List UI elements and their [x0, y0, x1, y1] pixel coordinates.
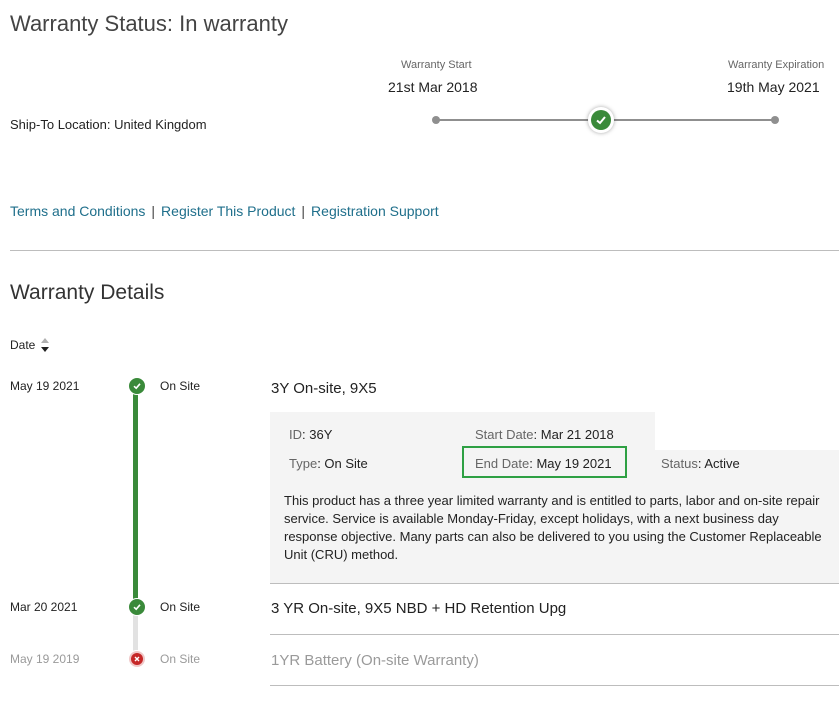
warranty-start-date: 21st Mar 2018 — [388, 79, 478, 95]
row-title[interactable]: 3 YR On-site, 9X5 NBD + HD Retention Upg — [271, 600, 566, 617]
detail-type-label: Type — [289, 456, 318, 471]
warranty-expiration-label: Warranty Expiration — [728, 59, 825, 71]
detail-end-label: End Date — [475, 456, 530, 471]
detail-status-value: Active — [704, 456, 740, 471]
check-icon — [128, 377, 146, 395]
detail-description: This product has a three year limited wa… — [284, 493, 822, 562]
check-icon — [128, 598, 146, 616]
section-divider — [10, 250, 839, 251]
detail-id-label: ID — [289, 427, 302, 442]
row-type: On Site — [160, 600, 201, 614]
check-icon — [591, 110, 611, 130]
row-date: Mar 20 2021 — [10, 600, 78, 614]
row-title[interactable]: 1YR Battery (On-site Warranty) — [271, 652, 479, 669]
row-divider — [270, 583, 839, 584]
x-icon — [128, 650, 146, 668]
detail-start-label: Start Date — [475, 427, 534, 442]
warranty-start-label: Warranty Start — [401, 59, 472, 71]
detail-start-date: Start Date: Mar 21 2018 — [475, 427, 614, 442]
detail-type-value: On Site — [324, 456, 368, 471]
links-bar: Terms and Conditions | Register This Pro… — [10, 203, 439, 219]
row-title[interactable]: 3Y On-site, 9X5 — [271, 380, 377, 397]
row-date: May 19 2019 — [10, 652, 80, 666]
registration-support-link[interactable]: Registration Support — [311, 203, 439, 219]
detail-end-value: May 19 2021 — [536, 456, 612, 471]
timeline-start-dot — [432, 116, 440, 124]
terms-link[interactable]: Terms and Conditions — [10, 203, 145, 219]
detail-end-date: End Date: May 19 2021 — [475, 456, 612, 471]
detail-status-label: Status — [661, 456, 698, 471]
detail-type: Type: On Site — [289, 456, 368, 471]
row-date: May 19 2021 — [10, 379, 80, 393]
sort-date-control[interactable]: Date — [10, 336, 51, 354]
timeline-current-marker — [588, 107, 614, 133]
link-separator: | — [151, 203, 156, 219]
detail-status: Status: Active — [661, 456, 740, 471]
sort-date-label: Date — [10, 338, 36, 352]
warranty-expiration-date: 19th May 2021 — [727, 79, 820, 95]
detail-start-value: Mar 21 2018 — [540, 427, 614, 442]
link-separator: | — [301, 203, 306, 219]
ship-to-location: Ship-To Location: United Kingdom — [10, 117, 207, 132]
warranty-details-title: Warranty Details — [10, 281, 165, 304]
row-divider — [270, 685, 839, 686]
register-link[interactable]: Register This Product — [161, 203, 295, 219]
row-type: On Site — [160, 652, 201, 666]
details-timeline-active — [133, 384, 138, 608]
detail-id-value: 36Y — [309, 427, 333, 442]
sort-icon — [41, 338, 50, 352]
row-divider — [270, 634, 839, 635]
detail-id: ID: 36Y — [289, 427, 333, 442]
timeline-end-dot — [771, 116, 779, 124]
row-type: On Site — [160, 379, 201, 393]
page-title: Warranty Status: In warranty — [10, 11, 288, 36]
